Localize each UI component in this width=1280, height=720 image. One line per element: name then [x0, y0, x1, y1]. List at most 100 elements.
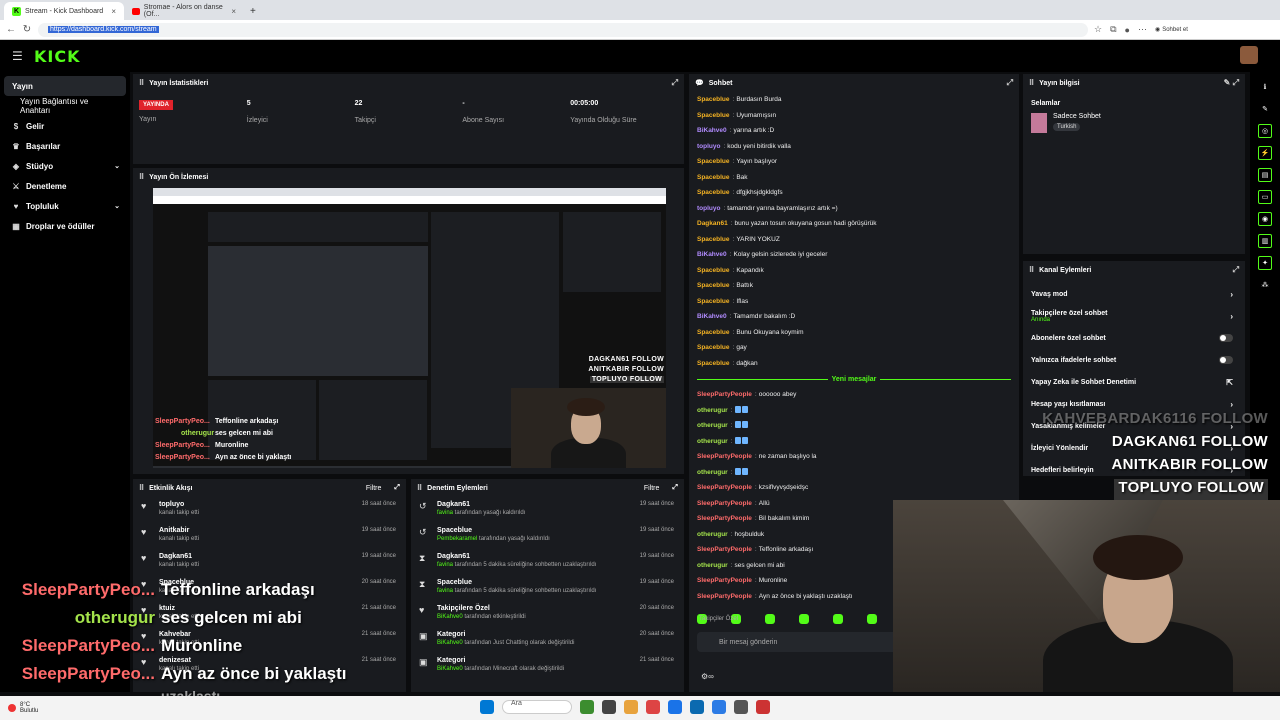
user-avatar[interactable] [1240, 46, 1258, 64]
drag-handle-icon[interactable]: ⠿ [1029, 79, 1034, 87]
edge-icon[interactable] [668, 700, 682, 714]
chat-username[interactable]: otherugur [697, 531, 728, 538]
chat-message[interactable]: Spacebluе: dağkan [697, 356, 1011, 372]
lightning-icon[interactable]: ⚡ [1258, 146, 1272, 160]
tab-kick-dashboard[interactable]: K Stream - Kick Dashboard × [4, 2, 124, 20]
broadcast-icon[interactable]: ◉ [1258, 212, 1272, 226]
chat-username[interactable]: topluyo [697, 205, 720, 212]
chat-username[interactable]: SleepPartyPeople [697, 500, 752, 507]
emote-icon[interactable] [867, 614, 877, 624]
mail-icon[interactable] [712, 700, 726, 714]
app-icon[interactable] [734, 700, 748, 714]
chat-username[interactable]: BiKahve0 [697, 313, 727, 320]
hamburger-menu-icon[interactable]: ☰ [12, 49, 32, 63]
sidebar-item-stream-key[interactable]: Yayın Bağlantısı ve Anahtarı [0, 96, 130, 116]
sidebar-item-yayin[interactable]: Yayın [4, 76, 126, 96]
chat-username[interactable]: Spacebluе [697, 360, 730, 367]
task-view-icon[interactable] [602, 700, 616, 714]
menu-icon[interactable]: ⋯ [1138, 24, 1147, 35]
edit-icon[interactable]: ✎ ⤢ [1224, 78, 1239, 88]
chat-username[interactable]: Spacebluе [697, 329, 730, 336]
chat-message[interactable]: BiKahve0: Tamamdır bakalım :D [697, 309, 1011, 325]
chat-username[interactable]: otherugur [697, 469, 728, 476]
moderation-item[interactable]: ▣ Kategori BiKahve0 tarafından Minecraft o… [411, 653, 684, 679]
chat-username[interactable]: otherugur [697, 562, 728, 569]
chat-username[interactable]: otherugur [697, 407, 728, 414]
expand-icon[interactable]: ⤢ [672, 78, 678, 88]
chat-username[interactable]: otherugur [697, 438, 728, 445]
sidebar-item-topluluk[interactable]: ♥ Topluluk ⌄ [0, 196, 130, 216]
toggle-switch[interactable] [1219, 334, 1233, 342]
reload-icon[interactable]: ↻ [22, 24, 32, 35]
stream-preview-video[interactable]: SleepPartyPeo... Teffonline arkadaşı oth… [153, 188, 666, 468]
chat-username[interactable]: Spacebluе [697, 174, 730, 181]
drag-handle-icon[interactable]: ⠿ [417, 484, 422, 492]
copilot-button[interactable]: ◉ Sohbet et [1155, 26, 1188, 34]
chat-message[interactable]: Spacebluе: Burdasın Burda [697, 92, 1011, 108]
filter-button[interactable]: Filtre [366, 485, 382, 492]
chat-username[interactable]: Spacebluе [697, 112, 730, 119]
expand-icon[interactable]: ⤢ [672, 484, 678, 492]
chat-username[interactable]: SleepPartyPeople [697, 593, 752, 600]
chat-message[interactable]: Spacebluе: Uyumamışsın [697, 108, 1011, 124]
chat-username[interactable]: Spacebluе [697, 344, 730, 351]
chat-username[interactable]: Spacebluе [697, 236, 730, 243]
channel-action-item[interactable]: Takipçilere özel sohbet Anında › [1023, 305, 1245, 327]
close-icon[interactable]: × [231, 7, 236, 16]
chat-message[interactable]: otherugur: [697, 434, 1011, 450]
chat-username[interactable]: otherugur [697, 422, 728, 429]
chat-message[interactable]: Spacebluе: dfgjkhsjdgkldgfs [697, 185, 1011, 201]
sidebar-item-gelir[interactable]: $ Gelir [0, 116, 130, 136]
rail-tool-icon[interactable]: ◎ [1258, 124, 1272, 138]
chat-username[interactable]: SleepPartyPeople [697, 453, 752, 460]
chat-message[interactable]: Spacebluе: YARIN YOKUZ [697, 232, 1011, 248]
chat-username[interactable]: Spacebluе [697, 189, 730, 196]
chat-message[interactable]: Spacebluе: Battık [697, 278, 1011, 294]
obs-icon[interactable] [756, 700, 770, 714]
profile-icon[interactable]: ● [1125, 25, 1130, 35]
drag-handle-icon[interactable]: ⠿ [139, 484, 144, 492]
chat-message[interactable]: topluyo: kodu yeni bitirdik valla [697, 139, 1011, 155]
taskbar-search[interactable]: Ara [502, 700, 572, 714]
chat-username[interactable]: SleepPartyPeople [697, 515, 752, 522]
drag-handle-icon[interactable]: ⠿ [1029, 266, 1034, 274]
emote-icon[interactable] [799, 614, 809, 624]
pencil-icon[interactable]: ✎ [1258, 102, 1272, 116]
chat-message[interactable]: otherugur: [697, 465, 1011, 481]
chat-message[interactable]: BiKahve0: yarına artık :D [697, 123, 1011, 139]
chat-username[interactable]: topluyo [697, 143, 720, 150]
expand-icon[interactable]: ⤢ [1007, 78, 1013, 88]
star-icon[interactable]: ☆ [1094, 24, 1102, 35]
chat-username[interactable]: SleepPartyPeople [697, 546, 752, 553]
settings-icon[interactable]: ⚙∞ [701, 672, 714, 681]
chat-message[interactable]: Spacebluе: gay [697, 340, 1011, 356]
moderation-item[interactable]: ↺ Spacebluе Pembekaramel tarafından yasağı… [411, 523, 684, 549]
expand-icon[interactable]: ⤢ [394, 484, 400, 492]
toggle-switch[interactable] [1219, 356, 1233, 364]
chat-username[interactable]: SleepPartyPeople [697, 391, 752, 398]
chat-username[interactable]: SleepPartyPeople [697, 484, 752, 491]
chat-username[interactable]: Spacebluе [697, 96, 730, 103]
add-widget-icon[interactable]: ⁂ [1258, 278, 1272, 292]
windows-start-icon[interactable] [480, 700, 494, 714]
chat-username[interactable]: Spacebluе [697, 282, 730, 289]
chat-username[interactable]: BiKahve0 [697, 127, 727, 134]
emote-icon[interactable] [833, 614, 843, 624]
emote-icon[interactable] [765, 614, 775, 624]
kick-logo[interactable]: KICK [34, 47, 81, 66]
chat-message[interactable]: topluyo: tamamdır yarına bayramlaşırız ar… [697, 201, 1011, 217]
channel-action-item[interactable]: Yapay Zeka ile Sohbet Denetimi ⇱ [1023, 371, 1245, 393]
chat-message[interactable]: Spacebluе: Kapandık [697, 263, 1011, 279]
sidebar-item-studyo[interactable]: ◈ Stüdyo ⌄ [0, 156, 130, 176]
channel-action-item[interactable]: Yavaş mod › [1023, 283, 1245, 305]
weather-widget[interactable]: 8°C Bulutlu [0, 702, 38, 714]
wrench-icon[interactable]: ✦ [1258, 256, 1272, 270]
moderation-item[interactable]: ▣ Kategori BiKahve0 tarafından Just Chatti… [411, 627, 684, 653]
chat-message[interactable]: SleepPartyPeople: ne zaman başlıyo la [697, 449, 1011, 465]
expand-icon[interactable]: ⤢ [1233, 265, 1239, 275]
channel-action-item[interactable]: Yalnızca ifadelerle sohbet [1023, 349, 1245, 371]
channel-action-item[interactable]: Abonelere özel sohbet [1023, 327, 1245, 349]
chat-username[interactable]: SleepPartyPeople [697, 577, 752, 584]
minecraft-icon[interactable] [580, 700, 594, 714]
moderation-item[interactable]: ⧗ Dagkan61 favina tarafından 5 dakika süre… [411, 549, 684, 575]
